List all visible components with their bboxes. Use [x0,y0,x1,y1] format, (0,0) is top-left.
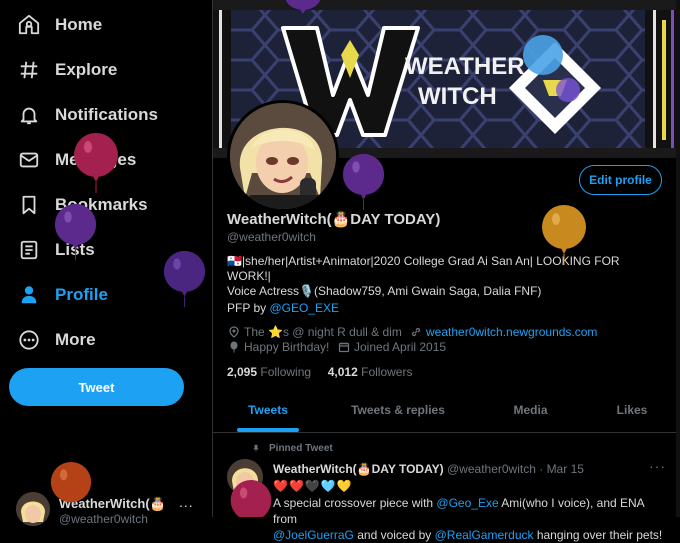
pin-icon [251,444,261,454]
location-pin-icon [227,326,240,339]
nav-label-notifications: Notifications [55,105,158,124]
list-icon [16,237,42,263]
website-link[interactable]: weather0witch.newgrounds.com [426,325,597,339]
nav-item-more[interactable]: More [16,322,96,358]
tweet-date[interactable]: · Mar 15 [539,462,584,476]
birthday-text: Happy Birthday! [244,340,330,354]
tweet-mention[interactable]: @JoelGuerraG [273,528,354,542]
profile-handle: @weather0witch [227,230,316,244]
pinned-tweet-label: Pinned Tweet [251,443,333,454]
bio-pfp-credit: PFP by @GEO_EXE [227,301,339,315]
avatar [16,492,50,526]
tweet-text: A special crossover piece with @Geo_Exe … [273,495,663,543]
tweet-mention[interactable]: @Geo_Exe [436,496,498,510]
tweet-avatar[interactable] [227,459,263,495]
nav-label-home: Home [55,15,103,34]
profile-tabs: Tweets Tweets & replies Media Likes [213,388,676,433]
person-icon [16,282,42,308]
nav-item-home[interactable]: Home [16,7,102,43]
tweet-text-part: hanging over their pets! [533,528,663,542]
account-switcher[interactable]: WeatherWitch(🎂 @weather0witch ... [14,484,204,526]
tweet-author-handle[interactable]: @weather0witch [447,462,536,476]
tweet-emoji-hearts: ❤️❤️🖤🩵💛 [273,479,353,493]
active-tab-indicator [237,428,299,432]
profile-birthday: Happy Birthday! [227,340,329,354]
nav-label-explore: Explore [55,60,118,79]
following-label: Following [260,365,312,379]
followers-count: 4,012 [327,365,358,379]
profile-location: The ⭐s @ night R dull & dim [227,325,402,339]
nav-label-lists: Lists [55,240,95,259]
bio-line-1: 🇵🇦|she/her|Artist+Animator|2020 College … [227,254,620,283]
following-count: 2,095 [227,365,258,379]
tweet-mention[interactable]: @RealGamerduck [435,528,534,542]
following-link[interactable]: 2,095 Following [227,365,311,379]
scrollbar[interactable] [676,0,680,517]
tweet-header: WeatherWitch(🎂DAY TODAY) @weather0witch … [273,462,584,476]
bookmark-icon [16,192,42,218]
nav-item-messages[interactable]: Messages [16,142,136,178]
calendar-icon [337,341,350,354]
envelope-icon [16,147,42,173]
home-icon [16,12,42,38]
nav-item-lists[interactable]: Lists [16,232,95,268]
banner-logo-text-witch: WITCH [418,83,497,110]
nav-label-more: More [55,330,96,349]
tweet-text-part: A special crossover piece with [273,496,437,510]
nav-item-notifications[interactable]: Notifications [16,97,158,133]
nav-label-bookmarks: Bookmarks [55,195,148,214]
joined-text: Joined April 2015 [354,340,447,354]
tweet-more-icon[interactable]: ··· [649,458,666,474]
account-more-icon[interactable]: ... [179,494,194,510]
sidebar-nav: Home Explore Notifications Messages Book… [0,0,212,526]
profile-bio: 🇵🇦|she/her|Artist+Animator|2020 College … [227,254,662,299]
account-name: WeatherWitch(🎂 [59,496,166,511]
nav-item-bookmarks[interactable]: Bookmarks [16,187,148,223]
tweet-author-name[interactable]: WeatherWitch(🎂DAY TODAY) [273,462,444,476]
nav-item-explore[interactable]: Explore [16,52,117,88]
location-text: The ⭐s @ night R dull & dim [244,325,402,339]
bell-icon [16,102,42,128]
tweet-text-part: and voiced by [353,528,435,542]
nav-label-messages: Messages [55,150,137,169]
nav-item-profile[interactable]: Profile [16,277,108,313]
followers-label: Followers [361,365,413,379]
tab-tweets[interactable]: Tweets [213,388,323,432]
profile-website[interactable]: weather0witch.newgrounds.com [409,325,597,339]
tab-media[interactable]: Media [473,388,588,432]
banner-logo-text-weather: WEATHER [405,53,525,80]
more-circle-icon [16,327,42,353]
tab-likes[interactable]: Likes [588,388,676,432]
profile-avatar[interactable] [227,100,339,212]
pinned-tweet-text: Pinned Tweet [269,443,333,454]
pfp-credit-link[interactable]: @GEO_EXE [269,301,339,315]
nav-label-profile: Profile [55,285,108,304]
tweet-button[interactable]: Tweet [9,368,184,406]
edit-profile-button[interactable]: Edit profile [579,165,662,195]
bio-line-2: Voice Actress🎙️(Shadow759, Ami Gwain Sag… [227,284,542,298]
account-handle: @weather0witch [59,512,148,526]
profile-display-name: WeatherWitch(🎂DAY TODAY) [227,211,441,228]
pfp-credit-prefix: PFP by [227,301,270,315]
profile-joined: Joined April 2015 [337,340,446,354]
balloon-icon [227,341,240,354]
follow-counts: 2,095 Following 4,012 Followers [227,365,412,379]
hashtag-icon [16,57,42,83]
profile-column: WEATHER WITCH Edit profile WeatherWitch(… [212,0,677,542]
tab-tweets-replies[interactable]: Tweets & replies [323,388,473,432]
followers-link[interactable]: 4,012 Followers [328,365,413,379]
link-icon [409,326,422,339]
